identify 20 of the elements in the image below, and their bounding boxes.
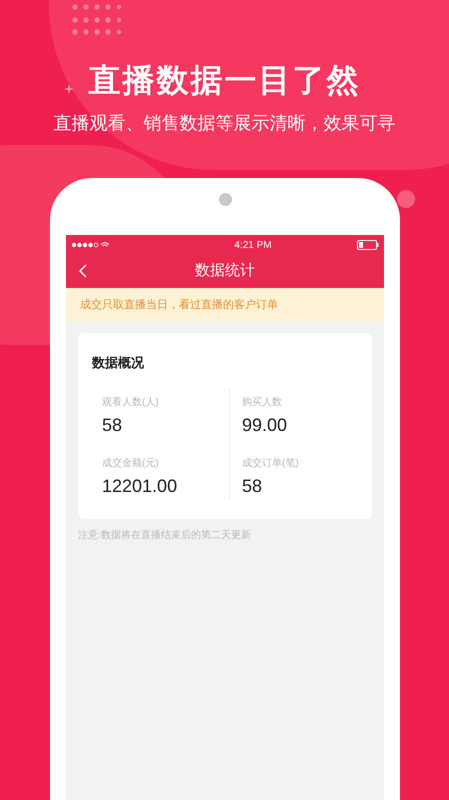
stat-label: 购买人数: [242, 396, 283, 410]
headline: 直播数据一目了然: [88, 61, 360, 100]
notice-text: 成交只取直播当日，看过直播的客户订单: [80, 298, 278, 313]
stat-label: 成交金额(元): [102, 456, 160, 470]
stat-value: 58: [102, 414, 124, 436]
stat-label: 观看人数(人): [102, 396, 159, 410]
sparkle-icon: [64, 84, 74, 94]
stat-label: 成交订单(笔): [242, 456, 299, 470]
signal-icon: [71, 241, 109, 249]
camera-icon: [218, 193, 232, 206]
stat-value: 58: [242, 474, 264, 498]
nav-title: 数据统计: [195, 261, 255, 282]
subheadline: 直播观看、销售数据等展示清晰，效果可寻: [54, 112, 396, 135]
stat-value: 99.00: [242, 414, 288, 436]
footnote: 注意:数据将在直播结束后的第二天更新: [78, 528, 252, 542]
stat-value: 12201.00: [102, 474, 178, 498]
status-time: 4:21 PM: [234, 238, 272, 252]
card-title: 数据概况: [92, 354, 145, 372]
back-icon: [79, 264, 87, 278]
battery-icon: [357, 240, 379, 250]
